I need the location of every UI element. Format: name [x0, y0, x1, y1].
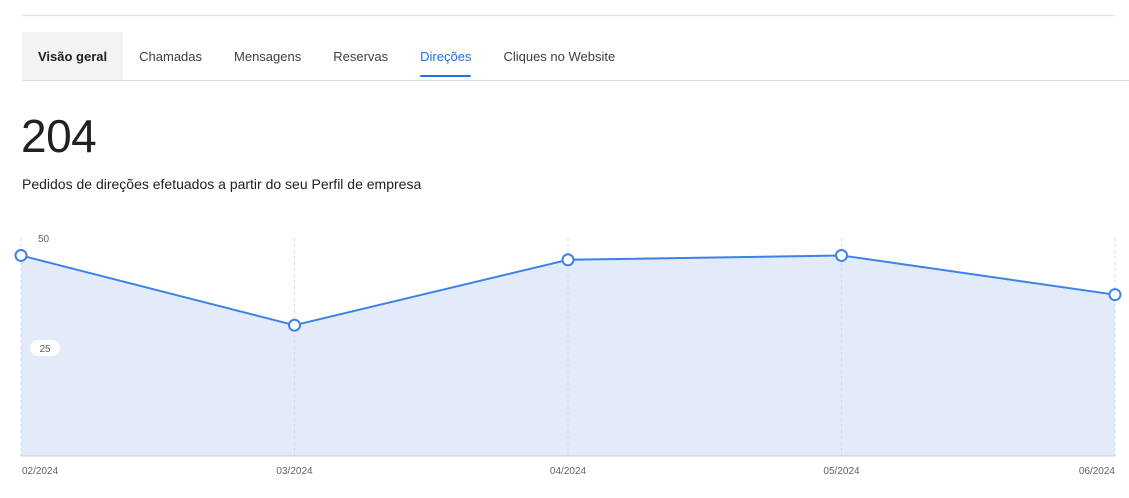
metric-description: Pedidos de direções efetuados a partir d… — [22, 176, 422, 192]
directions-chart: 50 25 02/2024 03/2024 04/2024 05/2024 06/2024 — [14, 234, 1122, 477]
x-tick-label-2: 04/2024 — [550, 466, 587, 477]
data-point-3 — [835, 248, 848, 262]
y-tick-label-1: 25 — [39, 344, 51, 355]
x-tick-label-3: 05/2024 — [823, 466, 860, 477]
x-tick-label-4: 06/2024 — [1079, 466, 1116, 477]
tab-directions[interactable]: Direções — [404, 32, 487, 80]
y-tick-label-0: 50 — [38, 234, 50, 245]
top-divider — [22, 15, 1115, 16]
data-point-0 — [14, 248, 28, 262]
x-tick-label-1: 03/2024 — [276, 466, 313, 477]
data-point-2 — [561, 253, 575, 267]
tab-bookings[interactable]: Reservas — [317, 32, 404, 80]
total-directions-value: 204 — [21, 110, 97, 162]
tab-overview[interactable]: Visão geral — [22, 32, 124, 80]
x-tick-label-0: 02/2024 — [22, 466, 59, 477]
data-point-1 — [288, 318, 301, 332]
tab-messages[interactable]: Mensagens — [218, 32, 317, 80]
tab-website-clicks[interactable]: Cliques no Website — [487, 32, 631, 80]
tab-calls[interactable]: Chamadas — [123, 32, 218, 80]
tab-bar: Visão geral Chamadas Mensagens Reservas … — [22, 32, 1129, 81]
data-point-4 — [1108, 288, 1122, 302]
